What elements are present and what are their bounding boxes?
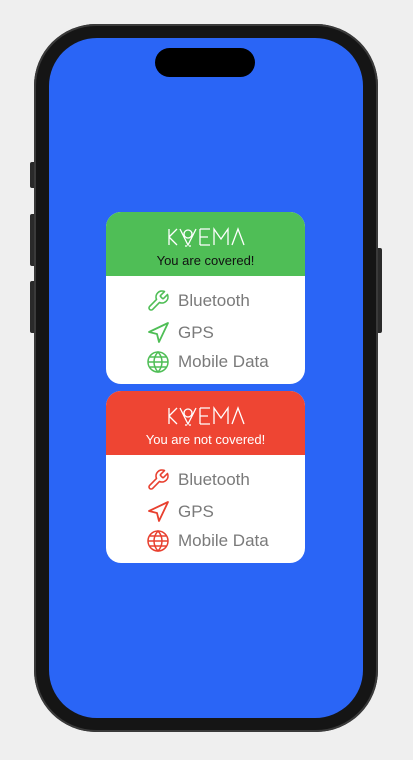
coverage-card-covered: You are covered! Bluetooth GPS Mobile Da… — [106, 212, 305, 384]
coverage-status: You are not covered! — [145, 432, 266, 447]
list-item-mobile-data: Mobile Data — [146, 529, 269, 553]
coverage-status: You are covered! — [156, 253, 255, 268]
card-header: You are covered! — [106, 212, 305, 276]
wrench-icon — [146, 468, 170, 492]
wrench-icon — [146, 289, 170, 313]
globe-icon — [146, 350, 170, 374]
kvema-logo — [106, 226, 305, 248]
card-header: You are not covered! — [106, 391, 305, 455]
list-item-label: Bluetooth — [178, 470, 250, 489]
dynamic-island — [155, 48, 255, 77]
location-arrow-icon — [146, 321, 170, 345]
list-item-label: GPS — [178, 323, 214, 342]
phone-screen: You are covered! Bluetooth GPS Mobile Da… — [49, 38, 363, 718]
list-item-label: Mobile Data — [178, 531, 269, 550]
list-item-gps: GPS — [146, 321, 214, 345]
list-item-bluetooth: Bluetooth — [146, 289, 250, 313]
list-item-bluetooth: Bluetooth — [146, 468, 250, 492]
globe-icon — [146, 529, 170, 553]
coverage-card-not-covered: You are not covered! Bluetooth GPS Mobil… — [106, 391, 305, 563]
list-item-label: GPS — [178, 502, 214, 521]
location-arrow-icon — [146, 500, 170, 524]
list-item-gps: GPS — [146, 500, 214, 524]
list-item-mobile-data: Mobile Data — [146, 350, 269, 374]
list-item-label: Mobile Data — [178, 352, 269, 371]
list-item-label: Bluetooth — [178, 291, 250, 310]
kvema-logo — [106, 405, 305, 427]
